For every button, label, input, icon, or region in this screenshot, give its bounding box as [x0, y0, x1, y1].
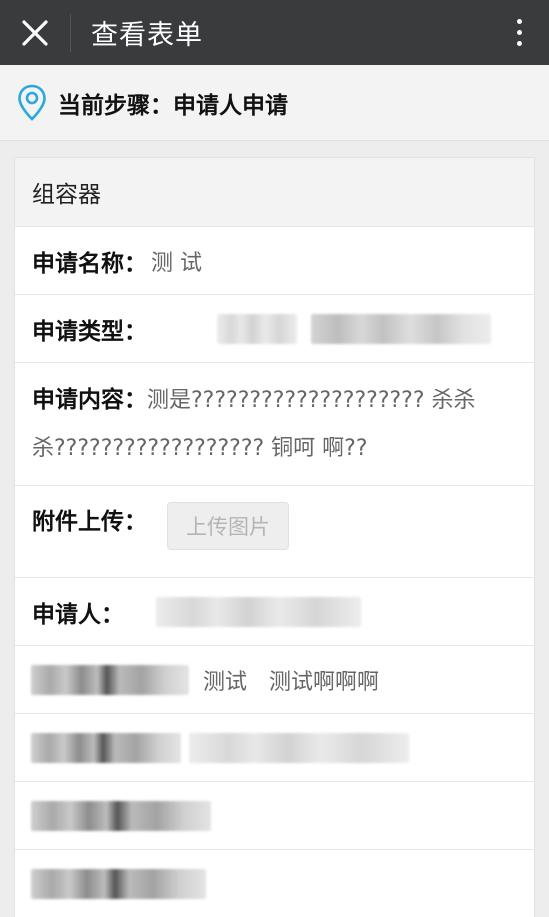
field-attachment-upload: 附件上传： 上传图片: [15, 486, 534, 578]
upload-image-button[interactable]: 上传图片: [167, 502, 289, 550]
field-label: 申请类型：: [32, 318, 147, 345]
title-divider: [70, 13, 71, 52]
current-step-bar: 当前步骤： 申请人申请: [0, 65, 549, 141]
redacted-label: [31, 868, 206, 899]
step-value: 申请人申请: [173, 92, 288, 119]
form-card: 组容器 申请名称： 测 试 申请类型： 申请内容：测是?????????????…: [14, 157, 535, 917]
field-label: 附件上传：: [32, 509, 147, 535]
field-application-name: 申请名称： 测 试: [15, 227, 534, 295]
group-title: 组容器: [15, 158, 534, 227]
field-value: 测试 测试啊啊啊: [203, 669, 380, 695]
field-redacted-2: [15, 714, 534, 782]
page-title: 查看表单: [91, 20, 203, 51]
field-redacted-4: [15, 850, 534, 917]
field-application-type: 申请类型：: [15, 295, 534, 363]
step-label: 当前步骤：: [58, 92, 173, 119]
title-bar: 查看表单: [0, 0, 549, 65]
redacted-label: [31, 800, 211, 831]
more-menu-button[interactable]: [509, 12, 529, 52]
redacted-label: [31, 732, 181, 763]
field-label: 申请名称：: [32, 250, 147, 277]
redacted-value: [189, 732, 409, 763]
redacted-value: [311, 313, 491, 344]
close-button[interactable]: [0, 0, 70, 65]
redacted-value: [156, 596, 361, 627]
close-icon: [22, 19, 48, 46]
field-label: 申请人：: [32, 601, 124, 628]
field-label: 申请内容：: [32, 387, 147, 413]
redacted-label: [31, 664, 189, 695]
field-applicant: 申请人：: [15, 578, 534, 646]
location-pin-icon: [16, 83, 48, 123]
field-redacted-3: [15, 782, 534, 850]
field-value: 测 试: [151, 250, 202, 276]
field-redacted-1: 测试 测试啊啊啊: [15, 646, 534, 714]
field-application-content: 申请内容：测是???????????????????? 杀杀杀?????????…: [15, 363, 534, 486]
more-vertical-icon: [516, 18, 522, 24]
redacted-value: [217, 313, 297, 344]
